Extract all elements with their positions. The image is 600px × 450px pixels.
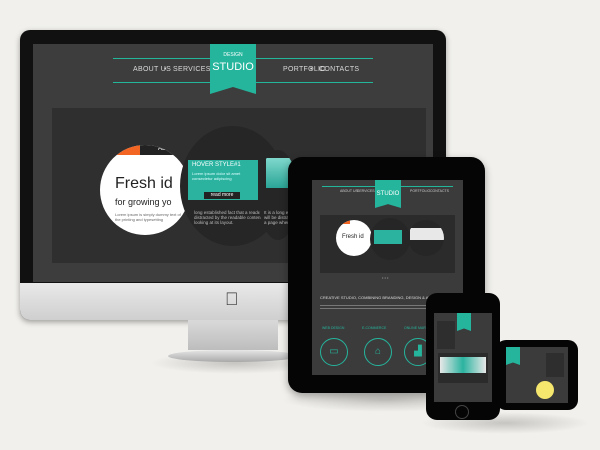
tab-orange-corner	[336, 220, 350, 224]
nav-dot: •	[164, 66, 167, 73]
tab-feature-label: E-COMMERCE	[362, 326, 387, 330]
tab-nav-portfolio[interactable]: PORTFOLIO	[410, 189, 430, 193]
slide-circle-left: ABOU Fresh id for growing yo Lorem ipsum…	[100, 145, 190, 235]
tab-brand-text: STUDIO	[376, 191, 400, 197]
basket-icon[interactable]: ⌂	[364, 338, 392, 366]
tab-headline: Fresh id	[342, 234, 364, 240]
phone-brand-logo[interactable]	[457, 313, 471, 331]
tab-label: ABOU	[158, 146, 176, 152]
tab-nav-contacts[interactable]: CONTACTS	[430, 189, 449, 193]
tab-brand-logo[interactable]: STUDIO	[375, 180, 401, 208]
apple-logo-icon: 	[225, 289, 239, 310]
mid-text: long established fact that a reader dist…	[194, 210, 262, 225]
tab-slider-dots[interactable]: • • •	[382, 275, 388, 280]
phone-home-button[interactable]	[455, 405, 469, 419]
ph2-brand-logo[interactable]	[506, 347, 520, 365]
hover-lines: Lorem ipsum dolor sit amet consectetur a…	[192, 171, 241, 181]
hover-title: HOVER STYLE#1	[192, 162, 241, 168]
nav-dot: •	[310, 66, 313, 73]
orange-corner	[100, 145, 140, 155]
nav-services[interactable]: SERVICES	[173, 66, 211, 73]
brand-top-text: DESIGN	[223, 52, 243, 58]
slide-body: Lorem ipsum is simply dummy text of the …	[115, 212, 181, 222]
tab-circle-middle	[370, 218, 410, 260]
phone-slide-image	[440, 357, 486, 373]
phone-screen	[434, 313, 492, 402]
imac-stand	[188, 320, 278, 350]
tab-circle-left: Fresh id	[336, 220, 372, 256]
phone-menu	[437, 321, 455, 349]
brand-text: STUDIO	[212, 61, 254, 73]
phone-landscape-screen	[506, 347, 568, 403]
read-more-button[interactable]: read more	[204, 192, 240, 199]
tab-circle-right	[408, 220, 444, 256]
monitor-icon[interactable]: ▭	[320, 338, 348, 366]
tab-nav-services[interactable]: SERVICES	[357, 189, 375, 193]
ph2-menu	[546, 353, 564, 377]
nav-contacts[interactable]: CONTACTS	[319, 66, 359, 73]
phone-slider	[438, 353, 488, 383]
tab-hover-panel	[374, 230, 402, 244]
headline-1: Fresh id	[115, 175, 173, 192]
headline-2: for growing yo	[115, 197, 172, 207]
brand-logo[interactable]: DESIGN STUDIO	[210, 44, 256, 94]
tab-right-thumb	[410, 228, 444, 240]
ph2-circle	[536, 381, 554, 399]
tab-feature-label: WEB DESIGN	[322, 326, 345, 330]
imac-base	[168, 350, 298, 362]
tab-nav-about[interactable]: ABOUT US	[340, 189, 358, 193]
